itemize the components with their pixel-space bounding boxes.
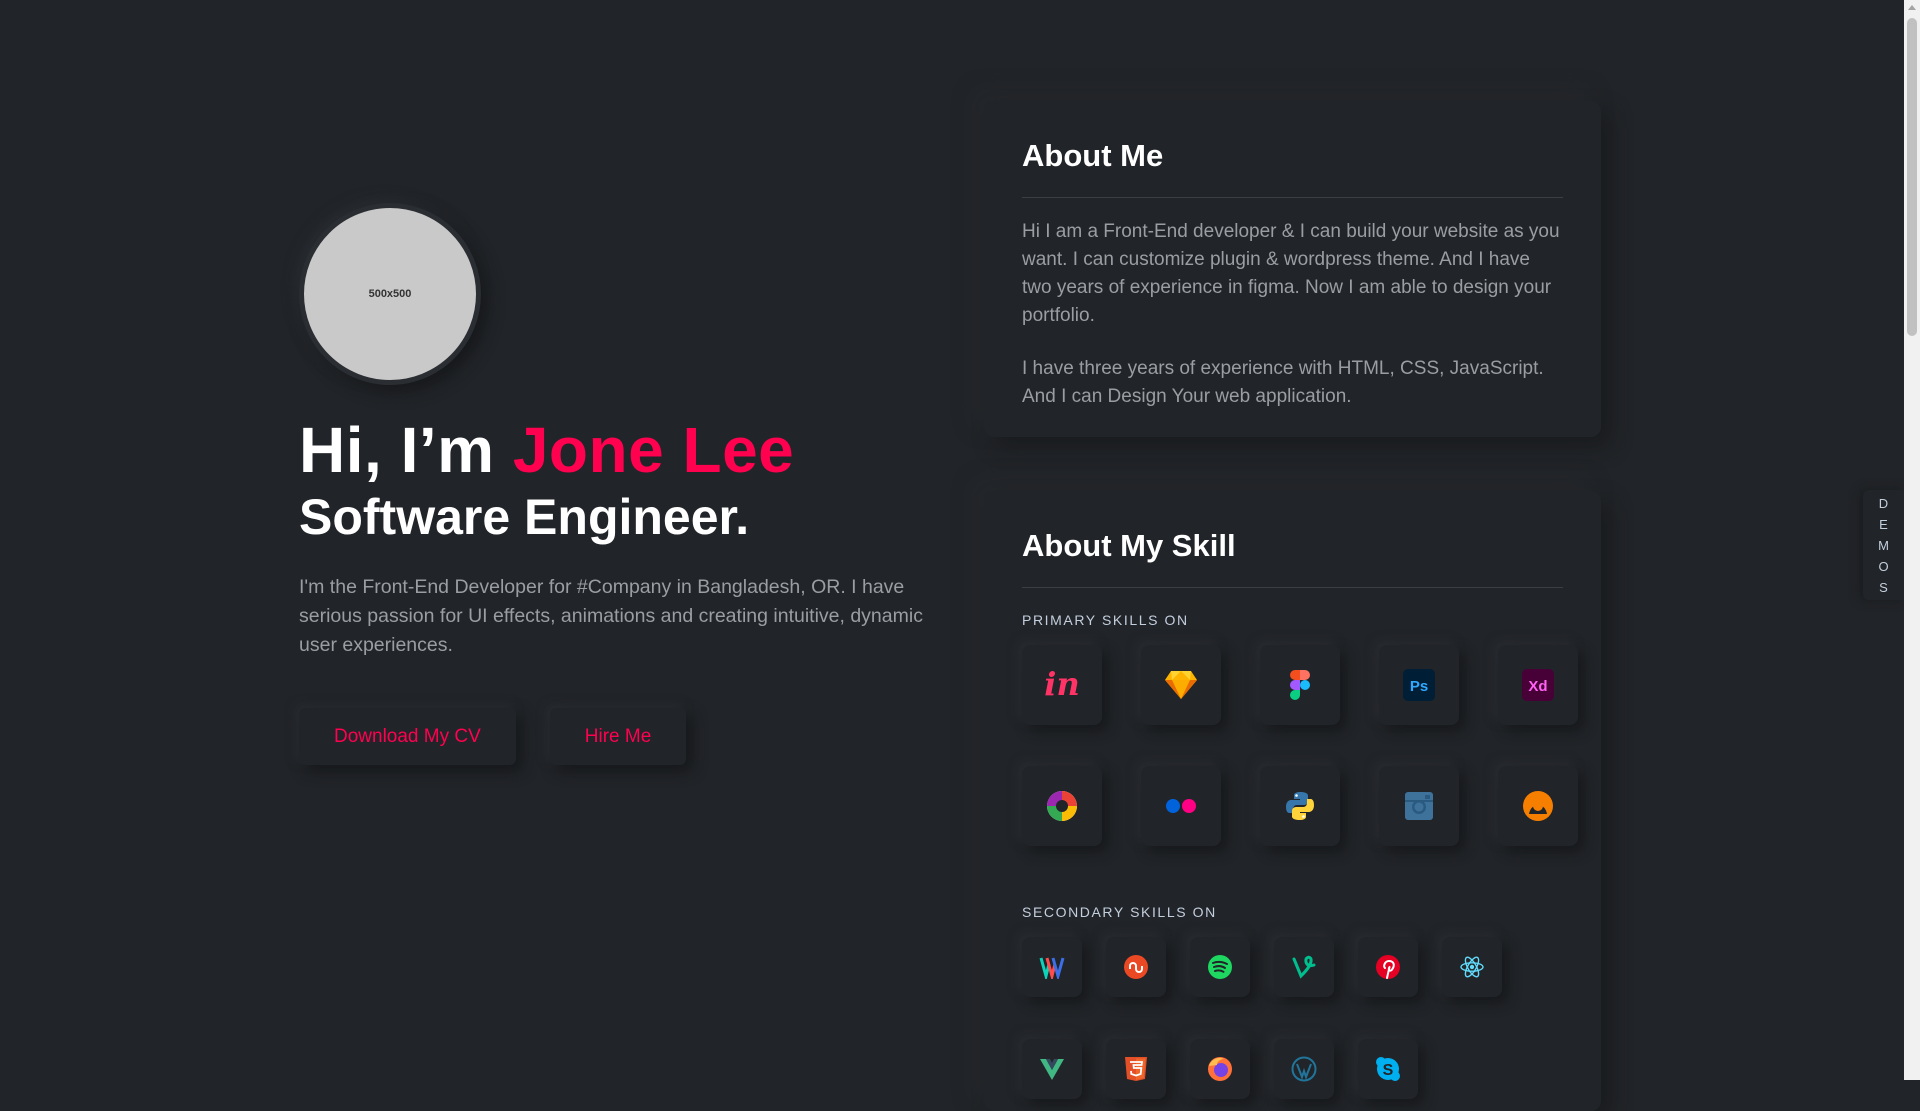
skill-tile-skype[interactable]: S xyxy=(1358,1039,1418,1099)
skill-tile-vine[interactable] xyxy=(1274,937,1334,997)
profile-avatar: 500x500 xyxy=(299,203,481,385)
primary-skills-grid: in Ps Xd xyxy=(1022,645,1578,846)
demos-letter: M xyxy=(1878,537,1890,553)
wordpress-icon xyxy=(1291,1056,1317,1082)
html5-icon xyxy=(1125,1057,1147,1081)
about-paragraph-1: Hi I am a Front-End developer & I can bu… xyxy=(1022,221,1560,326)
hero-buttons: Download My CV Hire Me xyxy=(299,708,939,765)
scroll-up-arrow-icon[interactable] xyxy=(1908,5,1916,10)
sketch-icon xyxy=(1165,671,1197,699)
svg-text:Ps: Ps xyxy=(1410,678,1428,695)
svg-text:S: S xyxy=(1383,1062,1394,1079)
xd-icon: Xd xyxy=(1522,669,1554,701)
hero-name: Jone Lee xyxy=(512,414,795,486)
skill-tile-wiki[interactable] xyxy=(1022,937,1082,997)
avatar-placeholder-text: 500x500 xyxy=(368,288,412,300)
skills-card: About My Skill PRIMARY SKILLS ON in Ps X… xyxy=(984,491,1601,1111)
skills-title: About My Skill xyxy=(1022,528,1236,563)
skill-tile-pinterest[interactable] xyxy=(1358,937,1418,997)
skill-tile-sketch[interactable] xyxy=(1141,645,1221,725)
demos-letter: O xyxy=(1878,558,1890,574)
flickr-icon xyxy=(1166,799,1196,813)
svg-text:Xd: Xd xyxy=(1528,678,1547,695)
page-scrollbar[interactable] xyxy=(1904,0,1920,1080)
grooveshark-icon xyxy=(1523,791,1553,821)
hero-section: 500x500 Hi, I’m Jone Lee Software Engine… xyxy=(299,203,939,765)
secondary-skills-label: SECONDARY SKILLS ON xyxy=(1022,904,1217,920)
wiki-icon xyxy=(1039,957,1065,979)
hire-me-button[interactable]: Hire Me xyxy=(549,708,687,765)
firefox-icon xyxy=(1208,1057,1232,1081)
download-cv-button[interactable]: Download My CV xyxy=(299,708,516,765)
figma-icon xyxy=(1290,670,1310,700)
hero-description: I'm the Front-End Developer for #Company… xyxy=(299,576,923,656)
vine-icon xyxy=(1292,955,1316,979)
react-icon xyxy=(1460,956,1484,978)
hero-role: Software Engineer. xyxy=(299,489,750,545)
skill-tile-python[interactable] xyxy=(1260,766,1340,846)
about-paragraph-2: I have three years of experience with HT… xyxy=(1022,358,1544,407)
vuejs-icon xyxy=(1040,1059,1064,1080)
picasa-icon xyxy=(1047,791,1077,821)
skill-tile-stumbleupon[interactable] xyxy=(1106,937,1166,997)
hero-heading: Hi, I’m Jone Lee xyxy=(299,415,939,485)
skill-tile-vuejs[interactable] xyxy=(1022,1039,1082,1099)
primary-skills-label: PRIMARY SKILLS ON xyxy=(1022,612,1189,628)
skill-tile-firefox[interactable] xyxy=(1190,1039,1250,1099)
stumbleupon-icon xyxy=(1124,955,1148,979)
demos-letter: D xyxy=(1878,495,1890,511)
skill-tile-instagram[interactable] xyxy=(1379,766,1459,846)
skill-tile-xd[interactable]: Xd xyxy=(1498,645,1578,725)
skills-divider xyxy=(1022,587,1563,588)
skill-tile-photoshop[interactable]: Ps xyxy=(1379,645,1459,725)
secondary-skills-grid: S xyxy=(1022,937,1563,1099)
python-icon xyxy=(1286,792,1314,820)
skill-tile-spotify[interactable] xyxy=(1190,937,1250,997)
about-card: About Me Hi I am a Front-End developer &… xyxy=(984,101,1601,437)
skype-icon: S xyxy=(1376,1057,1400,1081)
spotify-icon xyxy=(1208,955,1232,979)
instagram-icon xyxy=(1405,792,1433,820)
scrollbar-thumb[interactable] xyxy=(1907,18,1917,336)
hero-greeting: Hi, I’m xyxy=(299,414,513,486)
demos-side-tab[interactable]: D E M O S xyxy=(1863,490,1905,600)
skill-tile-figma[interactable] xyxy=(1260,645,1340,725)
skill-tile-invision[interactable]: in xyxy=(1022,645,1102,725)
about-title: About Me xyxy=(1022,138,1164,173)
about-divider xyxy=(1022,197,1563,198)
svg-text:in: in xyxy=(1044,667,1079,703)
skill-tile-flickr[interactable] xyxy=(1141,766,1221,846)
skill-tile-grooveshark[interactable] xyxy=(1498,766,1578,846)
demos-letter: E xyxy=(1879,516,1889,532)
skill-tile-picasa[interactable] xyxy=(1022,766,1102,846)
pinterest-icon xyxy=(1376,955,1400,979)
demos-letter: S xyxy=(1879,579,1889,595)
invision-icon: in xyxy=(1044,667,1079,703)
skill-tile-wordpress[interactable] xyxy=(1274,1039,1334,1099)
skill-tile-react[interactable] xyxy=(1442,937,1502,997)
skill-tile-html5[interactable] xyxy=(1106,1039,1166,1099)
photoshop-icon: Ps xyxy=(1403,669,1435,701)
